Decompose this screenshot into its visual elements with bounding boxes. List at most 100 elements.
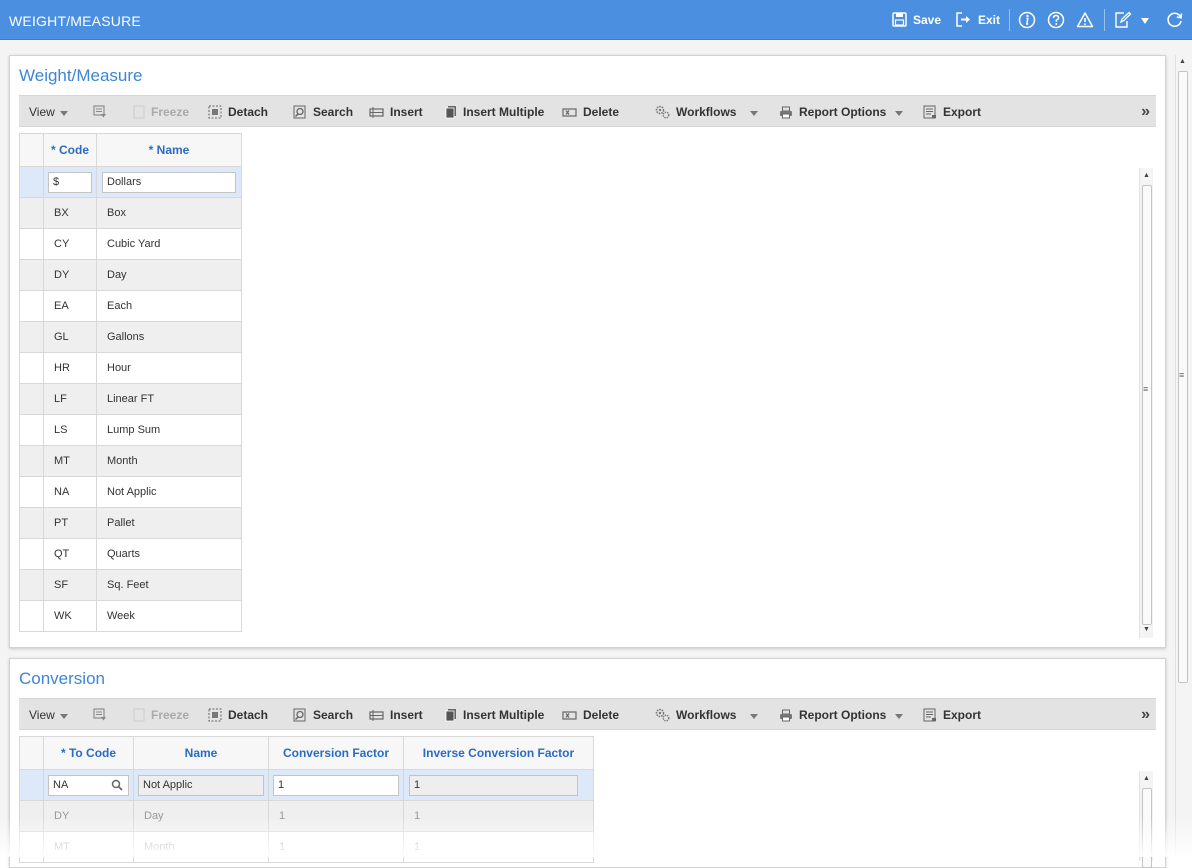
row-selector[interactable] <box>19 538 44 570</box>
table-row[interactable]: EA Each <box>19 290 242 322</box>
row-selector[interactable] <box>19 831 44 863</box>
row-selector[interactable] <box>19 569 44 601</box>
chevron-down-icon[interactable] <box>60 714 68 719</box>
table-row[interactable]: DY Day <box>19 259 242 291</box>
name-cell[interactable]: Not Applic <box>96 476 242 508</box>
row-selector[interactable] <box>19 321 44 353</box>
table-row-selected[interactable] <box>19 769 594 801</box>
row-selector[interactable] <box>19 228 44 260</box>
row-selector[interactable] <box>19 259 44 291</box>
scroll-up-arrow[interactable]: ▲ <box>1179 58 1186 65</box>
workflows-button[interactable]: Workflows <box>655 708 736 722</box>
name-cell[interactable]: Day <box>96 259 242 291</box>
insert-multiple-button[interactable]: Insert Multiple <box>445 105 544 119</box>
table-row[interactable]: MT Month <box>19 445 242 477</box>
weight-measure-grid-scrollbar[interactable]: ▲ ≡ ▼ <box>1139 168 1153 638</box>
filter-button[interactable] <box>93 105 113 119</box>
insert-button[interactable]: Insert <box>369 708 423 722</box>
code-cell[interactable]: WK <box>43 600 97 632</box>
grid-scroll-thumb[interactable] <box>1142 788 1152 868</box>
chevron-down-icon[interactable] <box>750 111 758 116</box>
name-input[interactable] <box>102 171 236 193</box>
to-code-cell[interactable]: MT <box>43 831 134 863</box>
toolbar-overflow-button[interactable]: » <box>1141 103 1150 121</box>
page-scrollbar[interactable]: ▲ ≡ <box>1175 55 1189 855</box>
code-cell[interactable]: HR <box>43 352 97 384</box>
column-header-to-code[interactable]: * To Code <box>43 736 134 770</box>
row-selector[interactable] <box>19 414 44 446</box>
name-cell[interactable]: Linear FT <box>96 383 242 415</box>
info-icon[interactable] <box>1018 11 1036 29</box>
row-selector[interactable] <box>19 600 44 632</box>
conversion-factor-cell[interactable]: 1 <box>268 800 404 832</box>
name-cell[interactable]: Box <box>96 197 242 229</box>
delete-button[interactable]: Delete <box>562 708 619 722</box>
row-selector[interactable] <box>19 476 44 508</box>
warning-icon[interactable] <box>1076 11 1094 29</box>
export-button[interactable]: Export <box>923 708 981 722</box>
table-row[interactable]: PT Pallet <box>19 507 242 539</box>
insert-button[interactable]: Insert <box>369 105 423 119</box>
table-row[interactable]: HR Hour <box>19 352 242 384</box>
row-selector[interactable] <box>19 290 44 322</box>
table-row[interactable]: BX Box <box>19 197 242 229</box>
code-cell[interactable]: GL <box>43 321 97 353</box>
exit-button[interactable]: Exit <box>956 12 1000 27</box>
name-cell[interactable]: Lump Sum <box>96 414 242 446</box>
table-row[interactable]: GL Gallons <box>19 321 242 353</box>
search-icon[interactable] <box>111 779 123 791</box>
code-cell[interactable]: LS <box>43 414 97 446</box>
scroll-down-arrow[interactable]: ▼ <box>1143 626 1150 633</box>
code-cell[interactable]: CY <box>43 228 97 260</box>
column-header-inverse-conversion-factor[interactable]: Inverse Conversion Factor <box>403 736 594 770</box>
table-row[interactable]: QT Quarts <box>19 538 242 570</box>
code-cell[interactable]: SF <box>43 569 97 601</box>
table-row[interactable]: LF Linear FT <box>19 383 242 415</box>
scroll-up-arrow[interactable]: ▲ <box>1143 172 1150 179</box>
help-icon[interactable] <box>1047 11 1065 29</box>
view-menu[interactable]: View <box>29 105 55 119</box>
row-selector[interactable] <box>19 507 44 539</box>
table-row[interactable]: NA Not Applic <box>19 476 242 508</box>
name-cell[interactable]: Quarts <box>96 538 242 570</box>
to-code-cell[interactable]: DY <box>43 800 134 832</box>
code-cell[interactable]: BX <box>43 197 97 229</box>
chevron-down-icon[interactable] <box>895 714 903 719</box>
toolbar-overflow-button[interactable]: » <box>1141 706 1150 724</box>
refresh-icon[interactable] <box>1166 11 1184 29</box>
search-button[interactable]: Search <box>293 105 353 119</box>
code-cell[interactable]: PT <box>43 507 97 539</box>
row-selector[interactable] <box>19 383 44 415</box>
column-header-conversion-factor[interactable]: Conversion Factor <box>268 736 404 770</box>
code-cell[interactable]: DY <box>43 259 97 291</box>
name-cell[interactable]: Cubic Yard <box>96 228 242 260</box>
table-row[interactable]: MT Month 1 1 <box>19 831 594 863</box>
report-options-button[interactable]: Report Options <box>779 708 886 722</box>
freeze-button[interactable]: Freeze <box>133 105 189 119</box>
column-header-name[interactable]: * Name <box>96 133 242 167</box>
freeze-button[interactable]: Freeze <box>133 708 189 722</box>
table-row[interactable]: WK Week <box>19 600 242 632</box>
row-selector[interactable] <box>19 445 44 477</box>
table-row[interactable]: LS Lump Sum <box>19 414 242 446</box>
row-selector[interactable] <box>19 352 44 384</box>
name-cell[interactable]: Week <box>96 600 242 632</box>
conversion-factor-input[interactable] <box>273 774 399 796</box>
workflows-button[interactable]: Workflows <box>655 105 736 119</box>
name-cell[interactable]: Each <box>96 290 242 322</box>
code-cell[interactable]: QT <box>43 538 97 570</box>
name-cell[interactable]: Hour <box>96 352 242 384</box>
code-cell[interactable]: MT <box>43 445 97 477</box>
row-selector[interactable] <box>19 769 44 801</box>
row-selector[interactable] <box>19 800 44 832</box>
column-header-name[interactable]: Name <box>133 736 269 770</box>
name-cell[interactable]: Month <box>96 445 242 477</box>
conversion-grid-scrollbar[interactable]: ▲ <box>1139 771 1153 868</box>
grid-scroll-thumb[interactable] <box>1142 185 1152 625</box>
code-cell[interactable]: EA <box>43 290 97 322</box>
scroll-up-arrow[interactable]: ▲ <box>1143 775 1150 782</box>
detach-button[interactable]: Detach <box>208 708 268 722</box>
table-row[interactable]: DY Day 1 1 <box>19 800 594 832</box>
delete-button[interactable]: Delete <box>562 105 619 119</box>
save-button[interactable]: Save <box>892 12 941 27</box>
